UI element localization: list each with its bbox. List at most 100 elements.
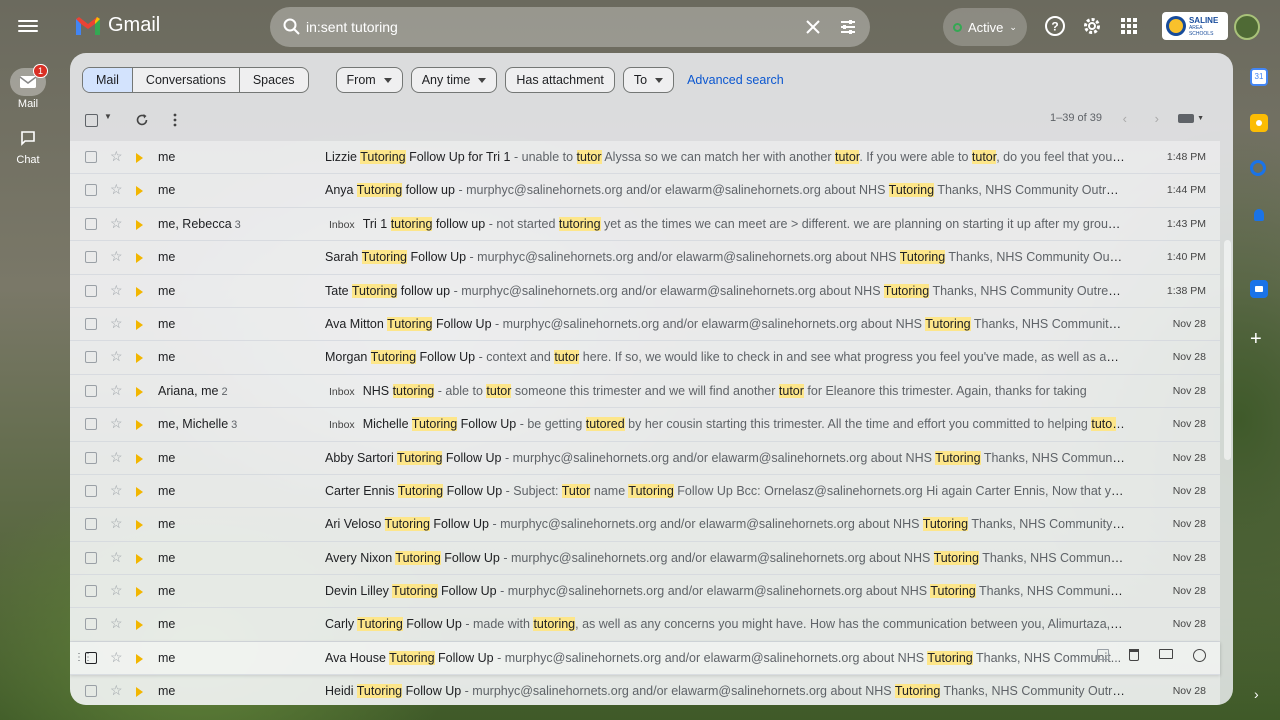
row-checkbox[interactable]: [85, 518, 97, 531]
star-icon[interactable]: ☆: [110, 383, 123, 397]
scope-spaces[interactable]: Spaces: [240, 68, 308, 92]
nav-mail[interactable]: 1 Mail: [0, 64, 56, 110]
row-checkbox[interactable]: [85, 651, 97, 664]
star-icon[interactable]: ☆: [110, 216, 123, 230]
search-input[interactable]: [306, 15, 766, 39]
star-icon[interactable]: ☆: [110, 283, 123, 297]
input-tools-button[interactable]: ▼: [1178, 114, 1204, 123]
tasks-app-icon[interactable]: [1250, 160, 1268, 178]
mail-nav-button[interactable]: 1: [10, 64, 48, 96]
get-addons-plus-icon[interactable]: +: [1250, 328, 1262, 351]
star-icon[interactable]: ☆: [110, 583, 123, 597]
from-filter-chip[interactable]: From: [335, 67, 403, 93]
important-marker-icon[interactable]: [136, 319, 143, 330]
important-marker-icon[interactable]: [136, 219, 143, 230]
star-icon[interactable]: ☆: [110, 316, 123, 330]
row-checkbox[interactable]: [85, 317, 97, 330]
email-row[interactable]: ☆ me Heidi Tutoring Follow Up - murphyc@sa…: [70, 675, 1220, 705]
row-checkbox[interactable]: [85, 451, 97, 464]
email-row[interactable]: ☆ me Carly Tutoring Follow Up - made with …: [70, 608, 1220, 642]
star-icon[interactable]: ☆: [110, 149, 123, 163]
email-row[interactable]: ☆ me Tate Tutoring follow up - murphyc@sal…: [70, 274, 1220, 308]
important-marker-icon[interactable]: [136, 620, 143, 631]
row-checkbox[interactable]: [85, 618, 97, 631]
email-row[interactable]: ☆ me Abby Sartori Tutoring Follow Up - mur…: [70, 441, 1220, 475]
email-row[interactable]: ☆ me Devin Lilley Tutoring Follow Up - mur…: [70, 575, 1220, 609]
email-row[interactable]: ☆ me, Michelle 3 Inbox Michelle Tutoring Fol…: [70, 408, 1220, 442]
gmail-logo[interactable]: Gmail: [74, 14, 160, 37]
row-checkbox[interactable]: [85, 151, 97, 163]
account-avatar[interactable]: [1234, 14, 1260, 40]
important-marker-icon[interactable]: [136, 420, 143, 431]
important-marker-icon[interactable]: [136, 486, 143, 497]
nav-chat[interactable]: Chat: [0, 124, 56, 166]
row-checkbox[interactable]: [85, 484, 97, 497]
scope-conversations[interactable]: Conversations: [133, 68, 240, 92]
email-row[interactable]: ☆ me Morgan Tutoring Follow Up - context a…: [70, 341, 1220, 375]
next-page-icon[interactable]: ›: [1155, 111, 1159, 126]
email-row[interactable]: ☆ me Avery Nixon Tutoring Follow Up - murp…: [70, 541, 1220, 576]
important-marker-icon[interactable]: [136, 386, 143, 397]
zoom-app-icon[interactable]: [1250, 280, 1268, 298]
search-options-icon[interactable]: [839, 18, 857, 36]
organization-logo[interactable]: SALINE AREA SCHOOLS: [1162, 12, 1228, 40]
time-filter-chip[interactable]: Any time: [410, 67, 498, 93]
advanced-search-link[interactable]: Advanced search: [687, 73, 784, 87]
email-row[interactable]: ☆ me Sarah Tutoring Follow Up - murphyc@sa…: [70, 241, 1220, 275]
important-marker-icon[interactable]: [136, 520, 143, 531]
search-bar[interactable]: [270, 7, 870, 47]
email-row[interactable]: ☆ me, Rebecca 3 Inbox Tri 1 tutoring follow …: [70, 207, 1220, 242]
row-checkbox[interactable]: [85, 685, 97, 698]
row-checkbox[interactable]: [85, 284, 97, 297]
contacts-app-icon[interactable]: [1250, 206, 1268, 224]
to-filter-chip[interactable]: To: [622, 67, 675, 93]
star-icon[interactable]: ☆: [110, 683, 123, 697]
star-icon[interactable]: ☆: [110, 650, 123, 664]
email-row[interactable]: ☆ me Lizzie Tutoring Follow Up for Tri 1 -…: [70, 141, 1220, 175]
email-row[interactable]: ☆ me Ari Veloso Tutoring Follow Up - murph…: [70, 508, 1220, 542]
star-icon[interactable]: ☆: [110, 349, 123, 363]
row-checkbox[interactable]: [85, 217, 97, 230]
attachment-filter-chip[interactable]: Has attachment: [505, 67, 615, 93]
star-icon[interactable]: ☆: [110, 483, 123, 497]
email-row[interactable]: ⋮⋮ ☆ me Ava House Tutoring Follow Up - murp…: [70, 641, 1220, 676]
refresh-icon[interactable]: [135, 113, 149, 127]
important-marker-icon[interactable]: [136, 553, 143, 564]
snooze-clock-icon[interactable]: [1193, 648, 1206, 662]
important-marker-icon[interactable]: [136, 587, 143, 598]
important-marker-icon[interactable]: [136, 286, 143, 297]
scrollbar-thumb[interactable]: [1224, 240, 1231, 460]
help-icon[interactable]: ?: [1044, 15, 1066, 37]
important-marker-icon[interactable]: [136, 353, 143, 364]
star-icon[interactable]: ☆: [110, 616, 123, 630]
calendar-app-icon[interactable]: 31: [1250, 68, 1268, 86]
important-marker-icon[interactable]: [136, 687, 143, 698]
important-marker-icon[interactable]: [136, 153, 143, 163]
star-icon[interactable]: ☆: [110, 450, 123, 464]
select-all-checkbox[interactable]: [85, 114, 98, 127]
previous-page-icon[interactable]: ‹: [1123, 111, 1127, 126]
row-checkbox[interactable]: [85, 351, 97, 364]
row-checkbox[interactable]: [85, 585, 97, 598]
apps-grid-icon[interactable]: [1118, 15, 1140, 37]
email-row[interactable]: ☆ Ariana, me 2 Inbox NHS tutoring - able to …: [70, 374, 1220, 409]
main-menu-button[interactable]: [18, 17, 38, 37]
important-marker-icon[interactable]: [136, 253, 143, 264]
mark-unread-icon[interactable]: [1159, 648, 1173, 659]
status-selector[interactable]: Active ⌄: [943, 8, 1027, 46]
show-side-panel-icon[interactable]: ›: [1254, 686, 1259, 702]
row-checkbox[interactable]: [85, 184, 97, 197]
star-icon[interactable]: ☆: [110, 516, 123, 530]
row-checkbox[interactable]: [85, 251, 97, 264]
star-icon[interactable]: ☆: [110, 416, 123, 430]
star-icon[interactable]: ☆: [110, 182, 123, 196]
row-checkbox[interactable]: [85, 551, 97, 564]
more-options-icon[interactable]: [172, 113, 178, 127]
email-row[interactable]: ☆ me Carter Ennis Tutoring Follow Up - Sub…: [70, 474, 1220, 509]
select-dropdown-icon[interactable]: ▼: [104, 112, 112, 121]
keep-app-icon[interactable]: [1250, 114, 1268, 132]
scope-mail[interactable]: Mail: [83, 68, 133, 92]
email-row[interactable]: ☆ me Anya Tutoring follow up - murphyc@sal…: [70, 174, 1220, 208]
important-marker-icon[interactable]: [136, 653, 143, 664]
settings-gear-icon[interactable]: [1081, 15, 1103, 37]
